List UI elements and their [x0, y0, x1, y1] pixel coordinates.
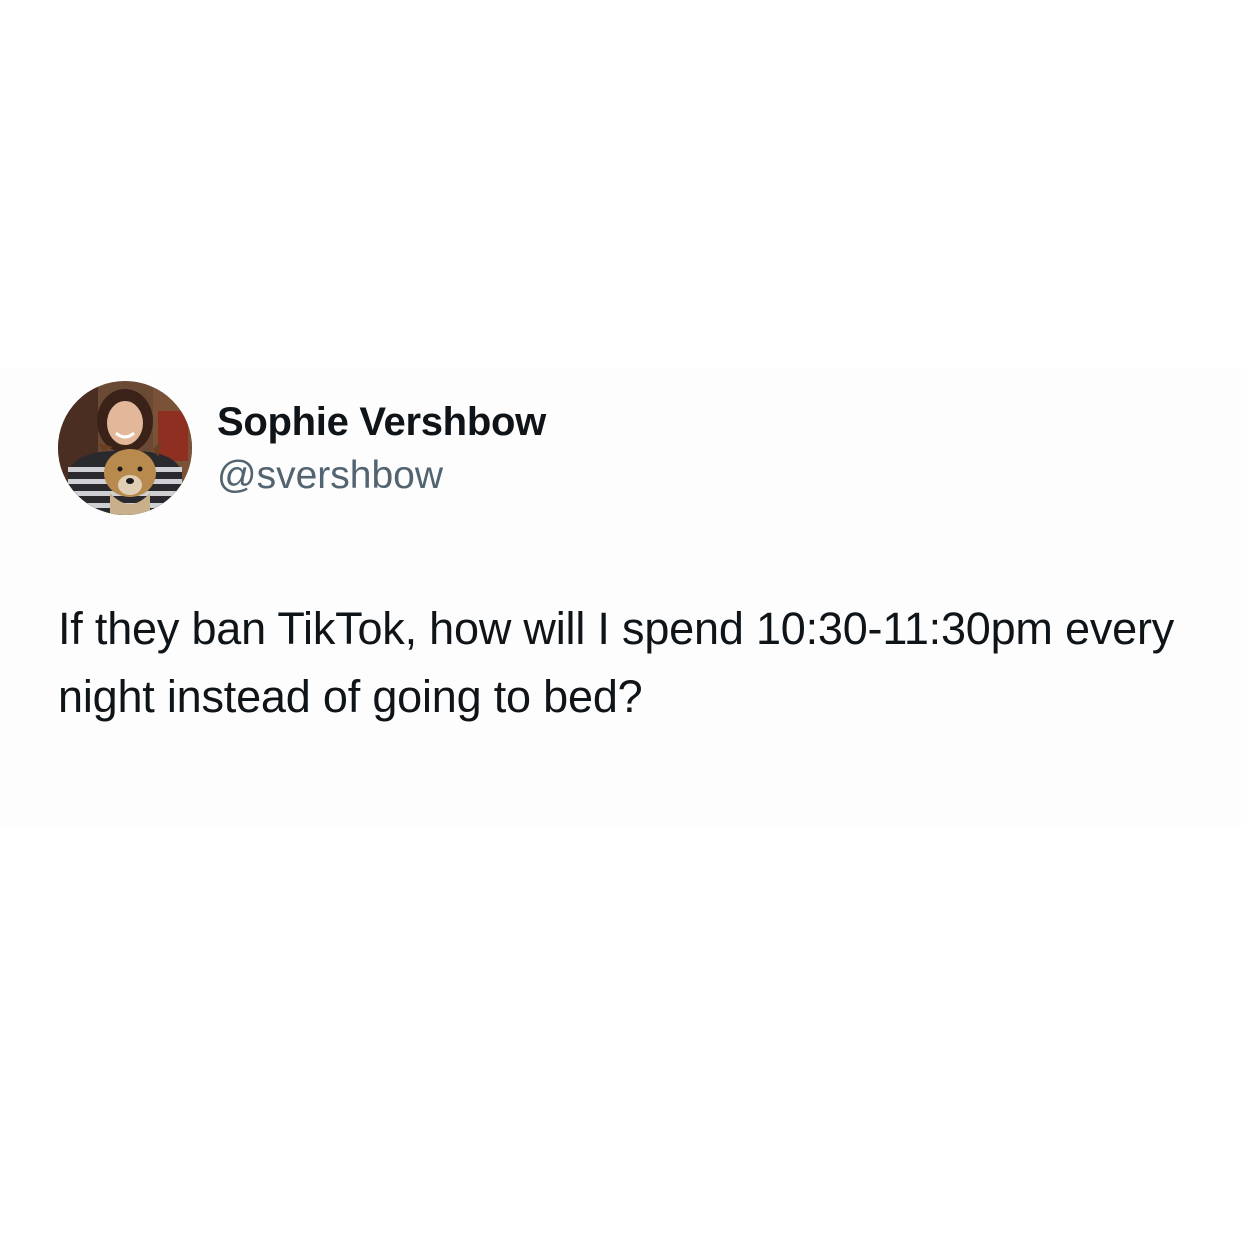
- profile-photo-icon: [58, 381, 192, 515]
- author-display-name[interactable]: Sophie Vershbow: [217, 398, 546, 446]
- author-handle[interactable]: @svershbow: [217, 452, 443, 500]
- avatar[interactable]: [58, 381, 192, 515]
- tweet-body-text: If they ban TikTok, how will I spend 10:…: [58, 603, 1175, 722]
